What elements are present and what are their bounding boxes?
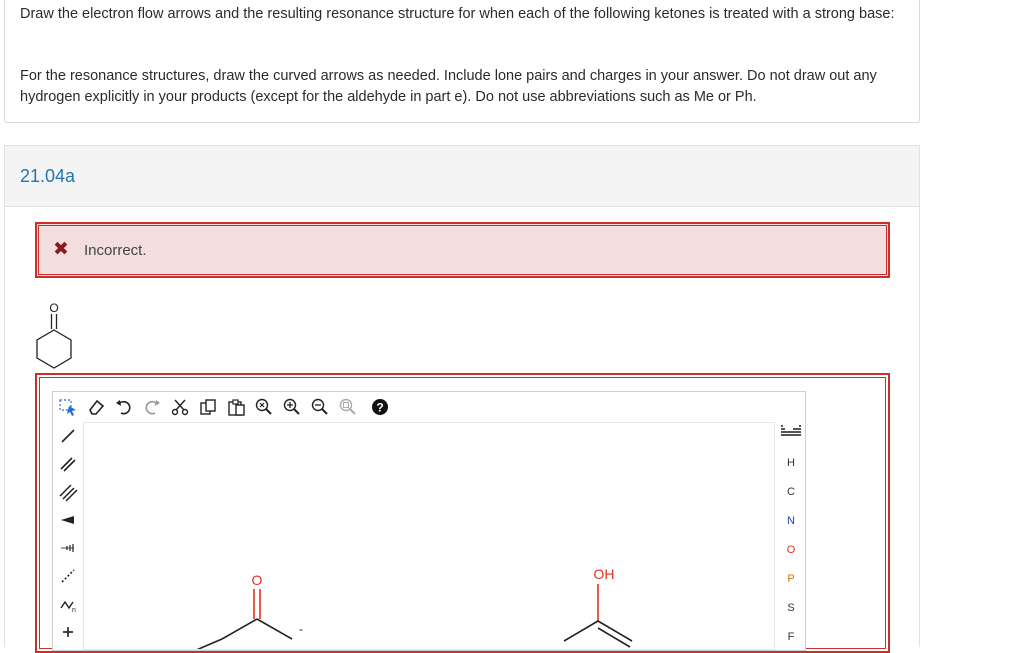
zoom-fit-button[interactable] [337,396,359,418]
undo-button[interactable] [113,396,135,418]
lasso-select-icon [59,399,76,416]
question-paragraph-2: For the resonance structures, draw the c… [20,68,877,105]
atom-button-f[interactable]: F [777,626,805,648]
cyclohexanone-structure: O [36,301,72,369]
double-bond-tool[interactable] [57,453,79,475]
svg-text:?: ? [376,401,383,415]
feedback-text: Incorrect. [84,242,147,259]
atom-symbol: C [787,486,795,498]
ketone-oxygen-label: O [49,301,58,315]
wedge-bond-tool[interactable] [57,509,79,531]
single-bond-tool[interactable] [57,425,79,447]
copy-button[interactable] [197,396,219,418]
periodic-table-icon [781,425,801,436]
paste-icon [228,399,245,416]
triple-bond-icon [59,484,78,502]
svg-text:n: n [72,607,76,614]
zoom-in-icon [283,398,300,415]
atom-symbol: S [787,602,795,614]
zoom-out-button[interactable] [309,396,331,418]
feedback-incorrect: ✖ Incorrect. [35,222,890,278]
atom-button-s[interactable]: S [777,597,805,619]
dashed-bond-tool[interactable] [57,565,79,587]
select-tool[interactable] [57,396,79,418]
triple-bond-tool[interactable] [57,481,79,503]
atom-symbol: O [786,544,796,556]
atom-symbol: F [787,631,795,643]
plus-charge-icon [63,627,73,637]
cut-button[interactable] [169,396,191,418]
zoom-reset-button[interactable] [253,396,275,418]
atom-button-c[interactable]: C [777,481,805,503]
left-toolbar: n [53,422,83,652]
part-title: 21.04a [20,166,76,186]
undo-icon [116,400,131,415]
top-toolbar: ? [53,392,805,422]
atom-symbol: N [787,515,795,527]
scissors-icon [171,399,189,416]
atom-button-h[interactable]: H [777,452,805,474]
wedge-bond-icon [61,516,74,524]
paste-button[interactable] [225,396,247,418]
help-button[interactable]: ? [369,396,391,418]
redo-icon [145,400,160,415]
dashed-bond-icon [61,569,75,583]
zoom-in-button[interactable] [281,396,303,418]
zoom-reset-icon [255,398,272,415]
erase-tool[interactable] [85,396,107,418]
redo-button[interactable] [141,396,163,418]
canvas-drawing: O - OH [196,566,633,649]
hash-bond-tool[interactable] [57,537,79,559]
eraser-icon [89,399,105,415]
hash-bond-icon [61,544,74,552]
zoom-out-icon [311,398,328,415]
right-hydroxyl-label: OH [594,566,615,582]
atom-toolbar: H C N O P S F [777,422,805,652]
atom-button-n[interactable]: N [777,510,805,532]
copy-icon [200,399,216,415]
question-paragraph-1: Draw the electron flow arrows and the re… [20,6,895,22]
zoom-fit-icon [339,398,356,415]
close-icon: ✖ [53,239,69,260]
atom-symbol: P [787,573,795,585]
single-bond-icon [61,429,75,443]
atom-symbol: H [787,457,795,469]
part-header: 21.04a [4,145,920,207]
chain-tool[interactable]: n [57,593,79,615]
atom-button-p[interactable]: P [777,568,805,590]
atom-button-o[interactable]: O [777,539,805,561]
drawing-canvas[interactable]: O - OH [83,422,775,650]
canvas-charge-label: - [299,622,303,636]
left-oxygen-label: O [252,572,263,588]
chemdraw-editor: ? n O - OH H C N O P S F [52,391,806,651]
question-box: Draw the electron flow arrows and the re… [4,0,920,123]
help-icon: ? [372,399,388,415]
double-bond-icon [60,457,76,472]
periodic-table-button[interactable] [777,423,805,445]
chain-icon: n [60,600,76,614]
